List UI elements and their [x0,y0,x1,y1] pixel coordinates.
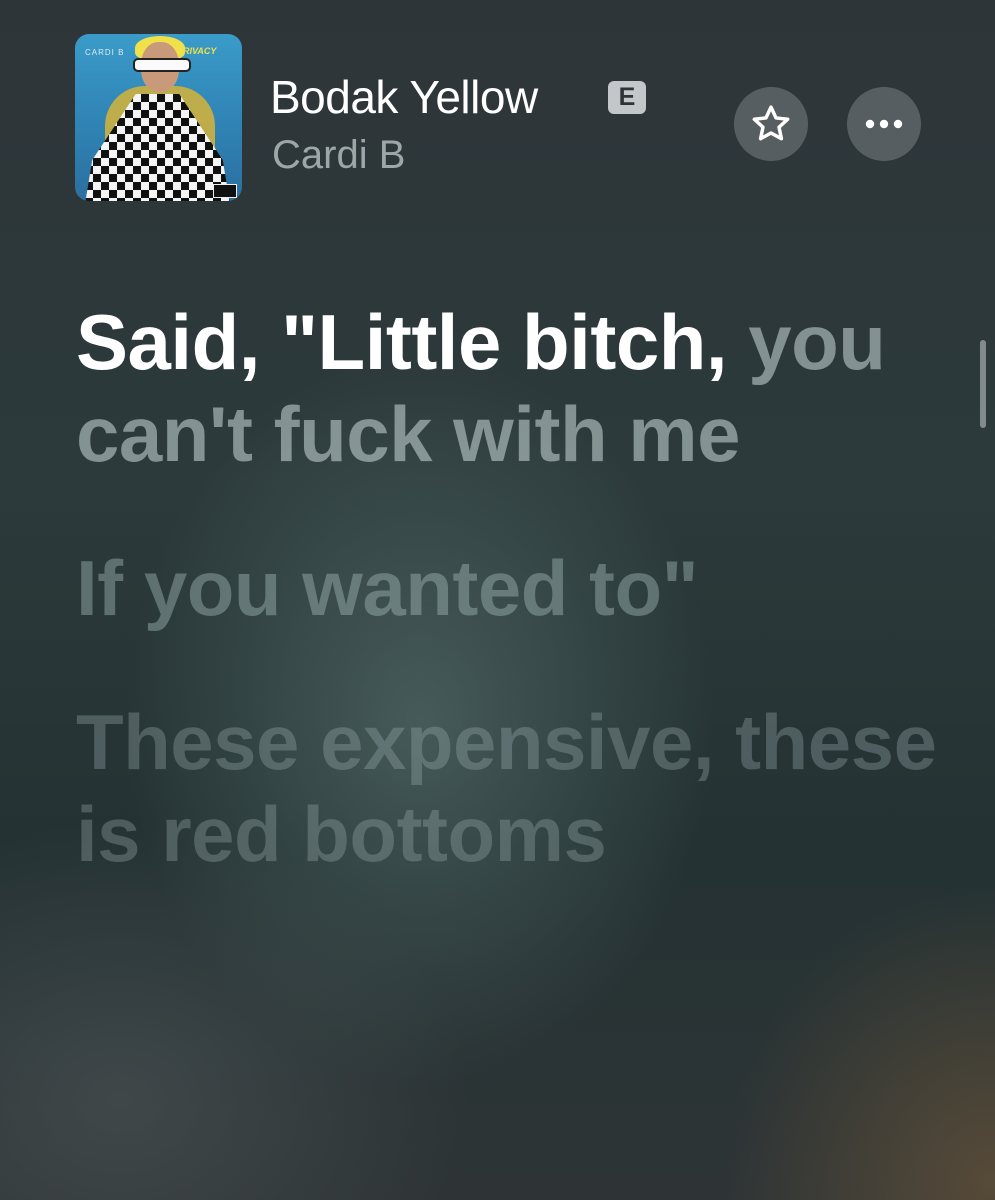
album-artwork[interactable]: CARDI B PRIVACY [75,34,242,201]
artwork-artist-text: CARDI B [85,48,125,57]
explicit-badge: E [608,81,646,114]
parental-advisory-label [213,184,237,198]
now-playing-header: CARDI B PRIVACY Bodak Yellow E Cardi B [0,0,995,240]
favorite-button[interactable] [734,87,808,161]
artwork-glasses [133,58,191,72]
lyric-line[interactable]: These expensive, these is red bottoms [76,696,946,880]
artwork-album-text: PRIVACY [177,46,217,56]
lyric-line[interactable]: If you wanted to" [76,542,946,634]
track-artist[interactable]: Cardi B [272,133,405,178]
star-icon [752,105,790,141]
current-lyric-sung: Said, "Little bitch, [76,298,728,386]
more-options-button[interactable] [847,87,921,161]
current-lyric-line[interactable]: Said, "Little bitch, you can't fuck with… [76,296,946,480]
track-title[interactable]: Bodak Yellow [270,70,538,124]
scrollbar[interactable] [980,340,986,428]
lyrics-view[interactable]: Said, "Little bitch, you can't fuck with… [76,296,946,880]
ellipsis-icon [865,119,903,129]
